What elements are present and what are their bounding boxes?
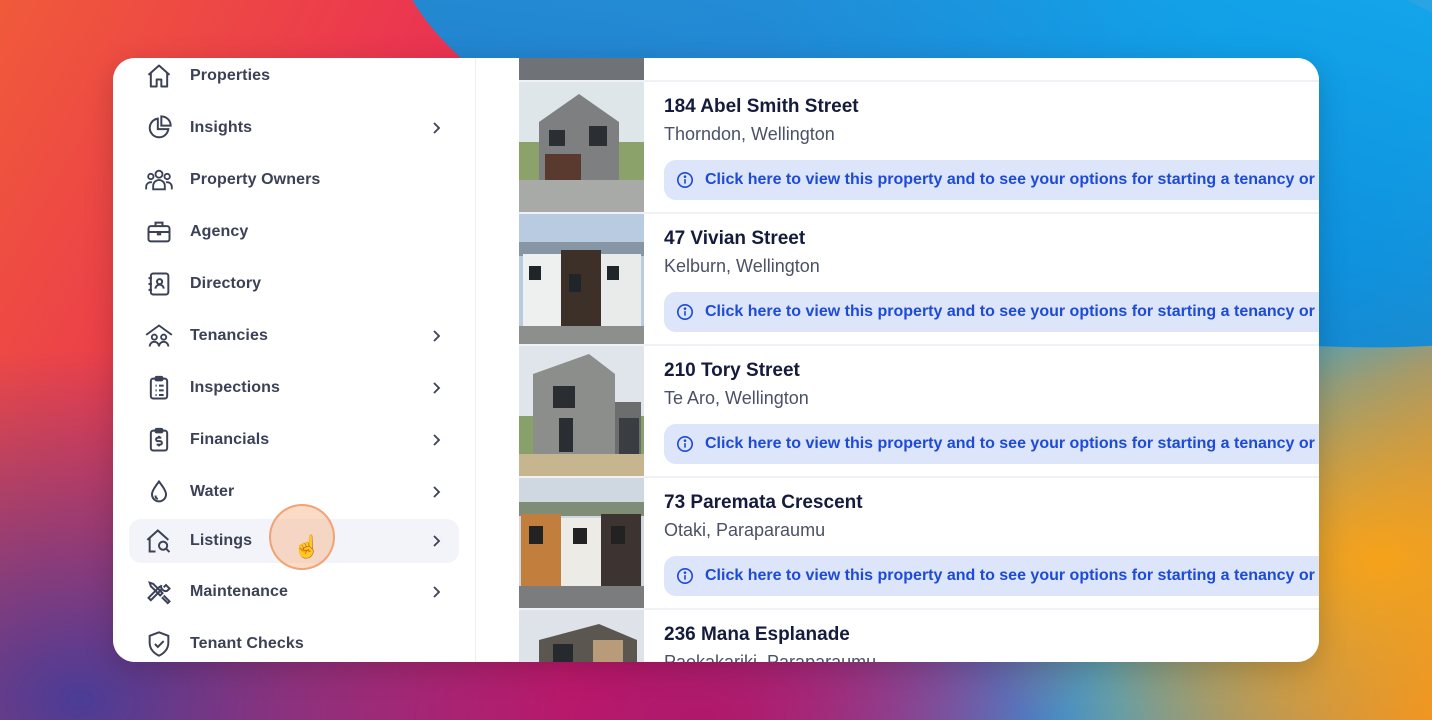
listing-suburb: Te Aro, Wellington [664,388,809,408]
listing-card[interactable]: 73 Paremata Crescent Otaki, Paraparaumu … [519,478,1319,610]
listing-suburb: Thorndon, Wellington [664,124,835,144]
sidebar-item-tenant-checks[interactable]: Tenant Checks [129,622,459,662]
chevron-right-icon [433,535,441,547]
chevron-right-icon [433,382,441,394]
listing-address[interactable]: 236 Mana Esplanade [664,624,850,646]
sidebar-item-label: Properties [190,67,271,84]
property-photo [519,478,644,608]
sidebar-item-label: Water [190,483,235,500]
banner-text: Click here to view this property and to … [705,567,1315,584]
sidebar-item-agency[interactable]: Agency [129,210,459,254]
banner-text: Click here to view this property and to … [705,435,1315,452]
property-photo [519,58,644,80]
sidebar-item-maintenance[interactable]: Maintenance [129,570,459,614]
info-icon [676,303,694,321]
sidebar-item-inspections[interactable]: Inspections [129,366,459,410]
sidebar-item-label: Listings [190,532,253,549]
sidebar: Properties Insights Property Owners Agen… [113,58,476,662]
clipboard-dollar-icon [144,425,174,455]
sidebar-item-label: Maintenance [190,583,289,600]
property-info-banner[interactable]: Click here to view this property and to … [664,424,1319,464]
chevron-right-icon [433,330,441,342]
property-info-banner[interactable]: Click here to view this property and to … [664,160,1319,200]
hand-cursor-icon: ☝ [293,534,321,559]
listing-card[interactable]: 236 Mana Esplanade Paekakariki, Parapara… [519,610,1319,662]
banner-text: Click here to view this property and to … [705,303,1315,320]
contact-book-icon [144,269,174,299]
sidebar-item-property-owners[interactable]: Property Owners [129,158,459,202]
listing-suburb: Paekakariki, Paraparaumu [664,652,877,662]
listing-card[interactable]: 210 Tory Street Te Aro, Wellington Click… [519,346,1319,478]
people-group-icon [144,165,174,195]
tools-icon [144,577,174,607]
chevron-right-icon [433,586,441,598]
listing-card[interactable]: 47 Vivian Street Kelburn, Wellington Cli… [519,214,1319,346]
info-icon [676,567,694,585]
sidebar-item-label: Tenant Checks [190,635,304,652]
listing-suburb: Kelburn, Wellington [664,256,820,276]
shield-check-icon [144,629,174,659]
listing-address[interactable]: 73 Paremata Crescent [664,492,863,514]
info-icon [676,435,694,453]
sidebar-item-tenancies[interactable]: Tenancies [129,314,459,358]
sidebar-item-financials[interactable]: Financials [129,418,459,462]
property-photo [519,82,644,212]
sidebar-item-insights[interactable]: Insights [129,106,459,150]
listing-card[interactable]: 184 Abel Smith Street Thorndon, Wellingt… [519,82,1319,214]
app-window: Properties Insights Property Owners Agen… [113,58,1319,662]
water-drop-icon [144,477,174,507]
home-icon [144,61,174,91]
briefcase-icon [144,217,174,247]
listing-suburb: Otaki, Paraparaumu [664,520,826,540]
listing-address[interactable]: 184 Abel Smith Street [664,96,859,118]
property-info-banner[interactable]: Click here to view this property and to … [664,556,1319,596]
property-info-banner[interactable]: Click here to view this property and to … [664,292,1319,332]
sidebar-item-label: Directory [190,275,262,292]
banner-text: Click here to view this property and to … [705,171,1315,188]
property-photo [519,214,644,344]
chevron-right-icon [433,486,441,498]
sidebar-item-label: Property Owners [190,171,321,188]
sidebar-item-label: Inspections [190,379,281,396]
listing-address[interactable]: 210 Tory Street [664,360,800,382]
sidebar-item-label: Financials [190,431,270,448]
info-icon [676,171,694,189]
chevron-right-icon [433,434,441,446]
house-search-icon [144,526,174,556]
sidebar-item-properties[interactable]: Properties [129,58,459,98]
sidebar-item-directory[interactable]: Directory [129,262,459,306]
listings-list: 184 Abel Smith Street Thorndon, Wellingt… [519,58,1319,662]
listing-card-partial[interactable] [519,58,1319,82]
clipboard-list-icon [144,373,174,403]
sidebar-item-label: Agency [190,223,249,240]
sidebar-item-label: Insights [190,119,253,136]
pie-chart-icon [144,113,174,143]
property-photo [519,610,644,662]
tenancy-house-people-icon [144,321,174,351]
chevron-right-icon [433,122,441,134]
listing-address[interactable]: 47 Vivian Street [664,228,805,250]
sidebar-item-label: Tenancies [190,327,268,344]
property-photo [519,346,644,476]
